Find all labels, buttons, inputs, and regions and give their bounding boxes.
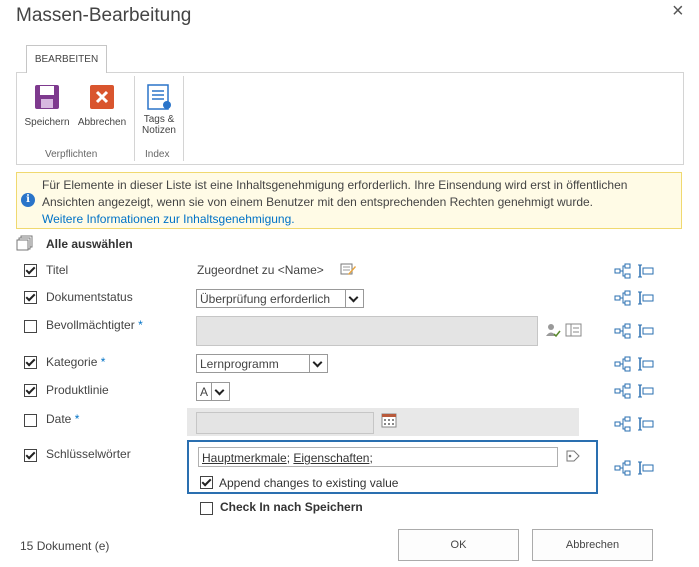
label-category: Kategorie *	[46, 355, 105, 369]
checkbox-keywords[interactable]	[24, 449, 37, 462]
calendar-icon	[381, 413, 397, 428]
product-line-select[interactable]: A	[196, 382, 230, 401]
checkin-label: Check In nach Speichern	[220, 500, 363, 514]
doc-status-select[interactable]: Überprüfung erforderlich	[196, 289, 364, 308]
group-label-commit: Verpflichten	[45, 149, 98, 160]
workflow-icon[interactable]	[614, 460, 632, 476]
keyword-separator: ;	[286, 451, 291, 465]
group-label-index: Index	[145, 149, 170, 160]
field-settings-icon[interactable]	[637, 460, 655, 476]
info-icon: i	[21, 193, 35, 207]
workflow-icon[interactable]	[614, 290, 632, 306]
cancel-label: Abbrechen	[77, 117, 127, 128]
checkbox-product-line[interactable]	[24, 384, 37, 397]
checkbox-doc-status[interactable]	[24, 291, 37, 304]
check-names-icon	[546, 324, 561, 338]
title-value: Zugeordnet zu <Name>	[197, 263, 324, 277]
doc-status-value: Überprüfung erforderlich	[200, 292, 331, 306]
row-actions	[614, 416, 658, 432]
item-count-number: 15	[20, 539, 34, 553]
label-doc-status: Dokumentstatus	[46, 290, 133, 304]
field-settings-icon[interactable]	[637, 383, 655, 399]
cancel-icon	[90, 85, 114, 109]
keyword-separator: ;	[369, 451, 373, 465]
checkbox-checkin[interactable]	[200, 502, 213, 515]
checkbox-title[interactable]	[24, 264, 37, 277]
ribbon-separator	[183, 76, 184, 161]
tags-notes-icon	[147, 84, 171, 110]
label-category-text: Kategorie	[46, 355, 98, 369]
chevron-down-icon	[211, 383, 229, 400]
approval-notice: i Für Elemente in dieser Liste ist eine …	[16, 172, 682, 229]
workflow-icon[interactable]	[614, 356, 632, 372]
keywords-editor: Hauptmerkmale; Eigenschaften; Append cha…	[187, 440, 598, 494]
row-actions	[614, 383, 658, 399]
notice-link[interactable]: Weitere Informationen zur Inhaltsgenehmi…	[42, 212, 295, 226]
address-book-icon	[565, 323, 582, 337]
field-settings-icon[interactable]	[637, 323, 655, 339]
chevron-down-icon	[309, 355, 327, 372]
label-delegate-text: Bevollmächtigter	[46, 318, 135, 332]
cancel-button[interactable]: Abbrechen	[75, 81, 129, 128]
append-label: Append changes to existing value	[219, 476, 399, 490]
checkbox-category[interactable]	[24, 356, 37, 369]
delegate-input	[196, 316, 538, 346]
notice-text: Für Elemente in dieser Liste ist eine In…	[42, 178, 628, 209]
label-date-text: Date	[46, 412, 72, 426]
tags-label-1: Tags &	[143, 114, 175, 125]
checkbox-delegate[interactable]	[24, 320, 37, 333]
product-line-value: A	[200, 385, 209, 399]
field-settings-icon[interactable]	[637, 290, 655, 306]
select-all-label: Alle auswählen	[46, 237, 133, 251]
required-mark: *	[138, 318, 143, 332]
workflow-icon[interactable]	[614, 263, 632, 279]
field-settings-icon[interactable]	[637, 263, 655, 279]
tab-bearbeiten[interactable]: BEARBEITEN	[26, 45, 107, 73]
item-count-label: Dokument (e)	[36, 539, 110, 553]
category-value: Lernprogramm	[200, 357, 279, 371]
tags-notes-button[interactable]: Tags & Notizen	[139, 81, 179, 136]
select-all-icon[interactable]	[16, 235, 34, 251]
keyword-term[interactable]: Eigenschaften	[293, 451, 369, 465]
ribbon: Speichern Abbrechen Verpflichten Tags & …	[16, 72, 684, 165]
workflow-icon[interactable]	[614, 323, 632, 339]
row-actions	[614, 323, 658, 339]
save-button[interactable]: Speichern	[23, 81, 71, 128]
field-settings-icon[interactable]	[637, 356, 655, 372]
row-actions	[614, 263, 658, 279]
close-icon[interactable]: ×	[672, 0, 684, 23]
checkbox-append[interactable]	[200, 476, 213, 489]
label-keywords: Schlüsselwörter	[46, 447, 131, 461]
label-title: Titel	[46, 263, 69, 277]
save-icon	[35, 85, 59, 109]
required-mark: *	[74, 412, 80, 426]
label-delegate: Bevollmächtigter *	[46, 318, 143, 332]
date-input	[196, 412, 374, 434]
workflow-icon[interactable]	[614, 416, 632, 432]
checkbox-date[interactable]	[24, 414, 37, 427]
dialog-title: Massen-Bearbeitung	[16, 5, 192, 26]
category-select[interactable]: Lernprogramm	[196, 354, 328, 373]
label-date: Date *	[46, 412, 79, 426]
item-count: 15 Dokument (e)	[20, 539, 109, 553]
workflow-icon[interactable]	[614, 383, 632, 399]
ribbon-separator	[134, 76, 135, 161]
required-mark: *	[100, 355, 106, 369]
label-product-line: Produktlinie	[46, 383, 109, 397]
keyword-term[interactable]: Hauptmerkmale	[202, 451, 287, 465]
edit-icon[interactable]	[340, 262, 356, 276]
tags-label-2: Notizen	[142, 125, 176, 136]
ok-button[interactable]: OK	[398, 529, 519, 561]
field-settings-icon[interactable]	[637, 416, 655, 432]
row-actions	[614, 460, 658, 476]
cancel-footer-button[interactable]: Abbrechen	[532, 529, 653, 561]
save-label: Speichern	[24, 117, 70, 128]
keywords-input[interactable]: Hauptmerkmale; Eigenschaften;	[198, 447, 558, 467]
row-actions	[614, 290, 658, 306]
tags-browse-icon[interactable]	[565, 448, 581, 464]
row-actions	[614, 356, 658, 372]
chevron-down-icon	[345, 290, 363, 307]
